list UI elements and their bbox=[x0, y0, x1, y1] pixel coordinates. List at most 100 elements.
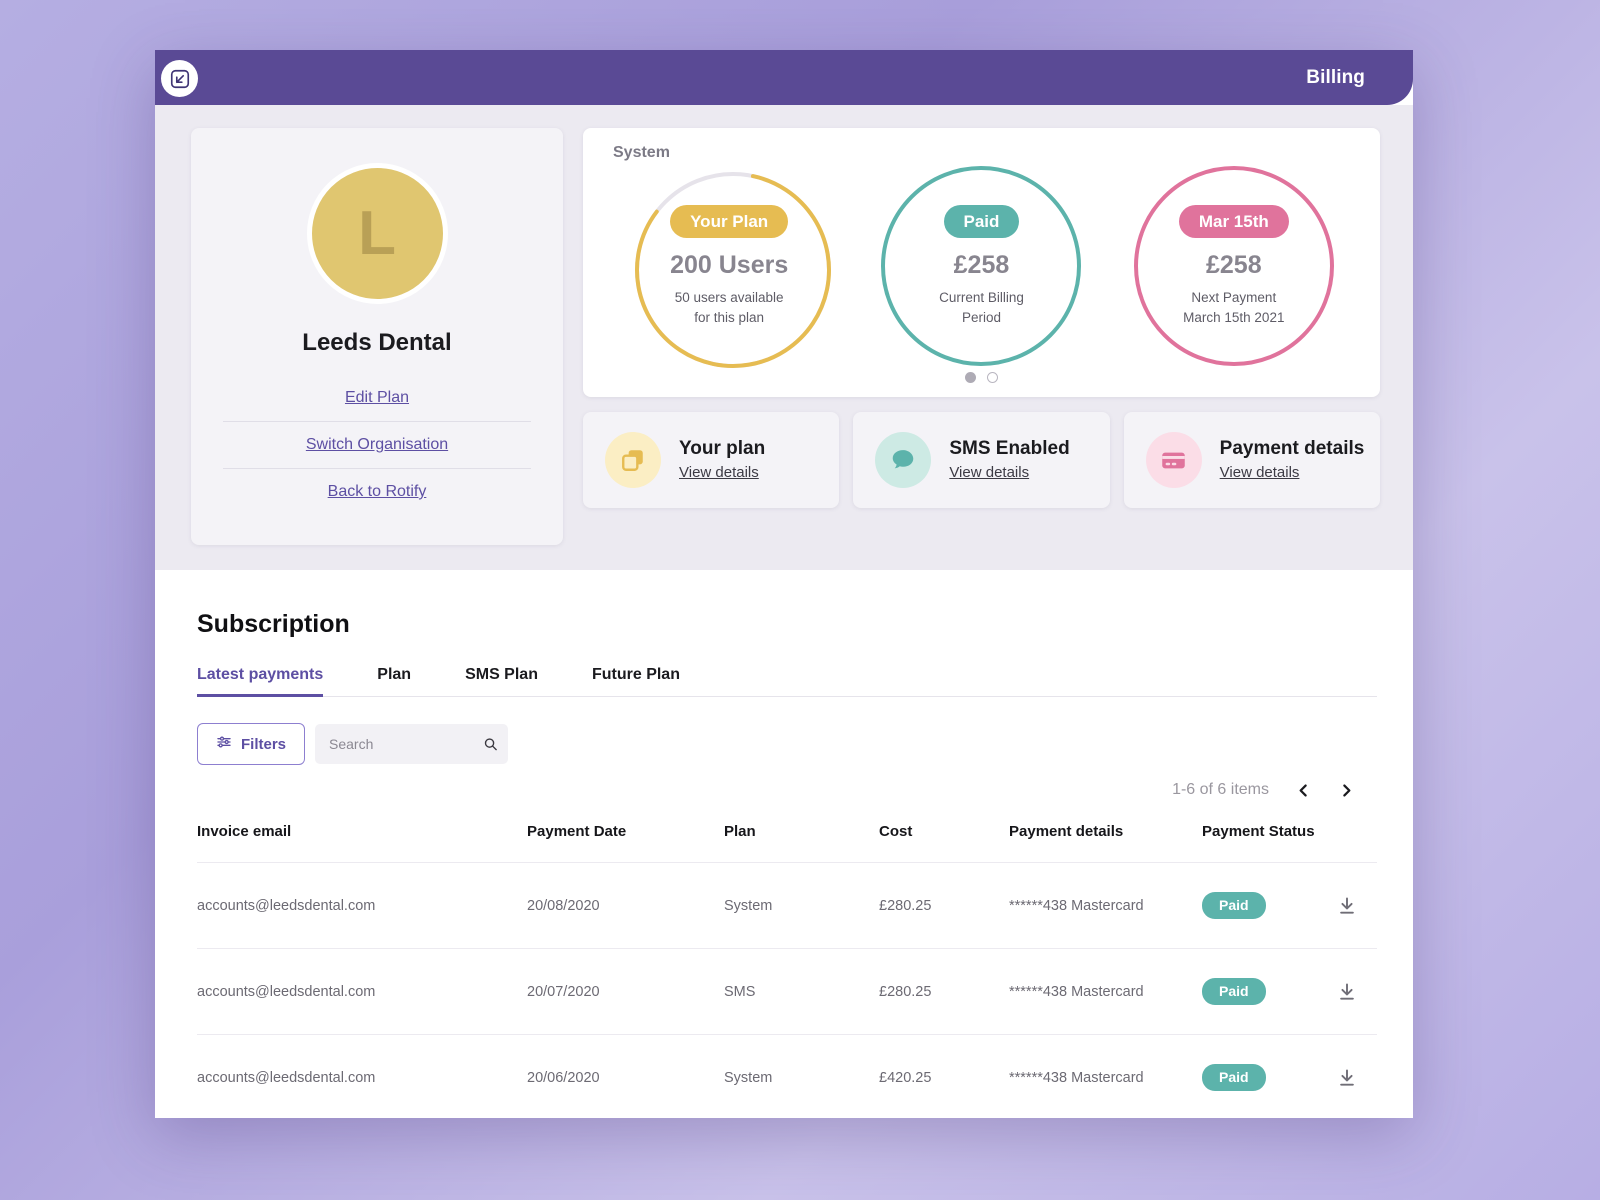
table-row[interactable]: accounts@leedsdental.com 20/06/2020 Syst… bbox=[197, 1035, 1377, 1118]
stat-ring-paid: Paid £258 Current Billing Period bbox=[881, 166, 1082, 366]
chevron-left-icon[interactable] bbox=[1295, 782, 1312, 799]
tab-plan[interactable]: Plan bbox=[377, 666, 411, 696]
edit-plan-link[interactable]: Edit Plan bbox=[223, 375, 531, 421]
column-header-payment-status: Payment Status bbox=[1202, 823, 1315, 840]
info-card-view-details-link[interactable]: View details bbox=[1220, 464, 1300, 481]
info-card-title: Payment details bbox=[1219, 438, 1365, 459]
download-icon[interactable] bbox=[1337, 1068, 1357, 1088]
switch-organisation-link[interactable]: Switch Organisation bbox=[223, 421, 531, 468]
back-to-rotify-link[interactable]: Back to Rotify bbox=[223, 468, 531, 515]
payments-table: Invoice email Payment Date Plan Cost Pay… bbox=[197, 823, 1377, 1118]
cell-payment-details: ******438 Mastercard bbox=[1009, 983, 1144, 1000]
app-header: Billing bbox=[155, 50, 1413, 105]
column-header-payment-details: Payment details bbox=[1009, 823, 1124, 840]
column-header-cost: Cost bbox=[879, 823, 913, 840]
column-header-invoice-email: Invoice email bbox=[197, 823, 292, 840]
table-header-row: Invoice email Payment Date Plan Cost Pay… bbox=[197, 823, 1377, 863]
pagination-info: 1-6 of 6 items bbox=[1172, 781, 1269, 798]
cell-cost: £280.25 bbox=[879, 983, 932, 1000]
info-card-view-details-link[interactable]: View details bbox=[949, 464, 1029, 481]
dashboard-top-region: L Leeds Dental Edit Plan Switch Organisa… bbox=[155, 105, 1413, 570]
section-title: Subscription bbox=[197, 610, 350, 638]
ring-value-next-payment: £258 bbox=[1205, 251, 1262, 280]
cell-invoice-email: accounts@leedsdental.com bbox=[197, 897, 376, 914]
avatar-initial: L bbox=[358, 198, 396, 268]
ring-subtext-current-billing: Current Billing Period bbox=[939, 288, 1024, 326]
ring-subtext-line2: March 15th 2021 bbox=[1183, 309, 1285, 325]
table-row[interactable]: accounts@leedsdental.com 20/07/2020 SMS … bbox=[197, 949, 1377, 1035]
stats-section-label: System bbox=[613, 144, 670, 161]
info-card-title: Your plan bbox=[679, 438, 766, 459]
organisation-name: Leeds Dental bbox=[302, 329, 452, 356]
ring-value-current-billing: £258 bbox=[953, 251, 1010, 280]
page-title: Billing bbox=[1306, 66, 1365, 88]
status-badge: Paid bbox=[1202, 978, 1266, 1005]
download-icon[interactable] bbox=[1337, 896, 1357, 916]
copy-layers-icon bbox=[605, 432, 661, 488]
info-card-your-plan[interactable]: Your plan View details bbox=[583, 412, 840, 508]
cell-payment-date: 20/08/2020 bbox=[527, 897, 600, 914]
cell-cost: £420.25 bbox=[879, 1069, 932, 1086]
cell-invoice-email: accounts@leedsdental.com bbox=[197, 983, 376, 1000]
stat-ring-your-plan: Your Plan 200 Users 50 users available f… bbox=[629, 166, 832, 368]
cell-payment-date: 20/06/2020 bbox=[527, 1069, 600, 1086]
search-box bbox=[315, 724, 509, 764]
tab-future-plan[interactable]: Future Plan bbox=[592, 666, 680, 696]
column-header-plan: Plan bbox=[724, 823, 756, 840]
ring-subtext-line2: for this plan bbox=[694, 309, 765, 325]
info-cards-row: Your plan View details SMS Enabled View … bbox=[583, 412, 1380, 508]
cell-cost: £280.25 bbox=[879, 897, 932, 914]
info-card-payment-details[interactable]: Payment details View details bbox=[1123, 412, 1380, 508]
filters-button[interactable]: Filters bbox=[197, 723, 306, 765]
carousel-dot-1[interactable] bbox=[965, 372, 976, 383]
ring-subtext-users: 50 users available for this plan bbox=[675, 288, 784, 326]
carousel-dot-2[interactable] bbox=[987, 372, 998, 383]
tab-latest-payments[interactable]: Latest payments bbox=[197, 666, 324, 697]
chat-bubble-icon bbox=[875, 432, 932, 488]
ring-pill-paid: Paid bbox=[943, 205, 1020, 239]
profile-links: Edit Plan Switch Organisation Back to Ro… bbox=[223, 375, 531, 515]
status-badge: Paid bbox=[1202, 892, 1266, 919]
chevron-right-icon[interactable] bbox=[1338, 782, 1355, 799]
ring-pill-your-plan: Your Plan bbox=[670, 205, 789, 239]
carousel-dots bbox=[603, 372, 1360, 383]
credit-card-icon bbox=[1145, 432, 1202, 488]
cell-payment-date: 20/07/2020 bbox=[527, 983, 600, 1000]
pagination: 1-6 of 6 items bbox=[197, 781, 1377, 799]
cell-payment-status: Paid bbox=[1202, 978, 1337, 1005]
ring-subtext-next-payment: Next Payment March 15th 2021 bbox=[1183, 288, 1284, 326]
dashboard-right-column: System Your Plan 200 Users 50 users avai… bbox=[583, 128, 1380, 545]
tab-sms-plan[interactable]: SMS Plan bbox=[465, 666, 538, 696]
search-input[interactable] bbox=[315, 724, 509, 764]
search-icon[interactable] bbox=[483, 737, 498, 752]
ring-subtext-line2: Period bbox=[961, 309, 1001, 325]
ring-subtext-line1: Current Billing bbox=[939, 290, 1024, 306]
cell-payment-status: Paid bbox=[1202, 892, 1337, 919]
cell-payment-details: ******438 Mastercard bbox=[1009, 897, 1144, 914]
status-badge: Paid bbox=[1202, 1064, 1266, 1091]
table-toolbar: Filters bbox=[197, 723, 1377, 765]
info-card-view-details-link[interactable]: View details bbox=[679, 464, 759, 481]
organisation-profile-card: L Leeds Dental Edit Plan Switch Organisa… bbox=[191, 128, 563, 545]
app-window: Billing L Leeds Dental Edit Plan Switch … bbox=[155, 50, 1413, 1118]
ring-value-users: 200 Users bbox=[670, 251, 789, 280]
ring-pill-next-payment-date: Mar 15th bbox=[1178, 205, 1289, 239]
system-stats-card: System Your Plan 200 Users 50 users avai… bbox=[583, 128, 1380, 397]
info-card-sms-enabled[interactable]: SMS Enabled View details bbox=[853, 412, 1110, 508]
download-icon[interactable] bbox=[1337, 982, 1357, 1002]
cell-plan: System bbox=[724, 897, 773, 914]
stat-ring-next-payment: Mar 15th £258 Next Payment March 15th 20… bbox=[1133, 166, 1334, 366]
table-row[interactable]: accounts@leedsdental.com 20/08/2020 Syst… bbox=[197, 863, 1377, 949]
rotify-arrow-logo-icon[interactable] bbox=[161, 60, 198, 97]
subscription-tabs: Latest payments Plan SMS Plan Future Pla… bbox=[197, 666, 1377, 697]
subscription-section: Subscription Latest payments Plan SMS Pl… bbox=[155, 570, 1413, 1118]
stat-rings-row: Your Plan 200 Users 50 users available f… bbox=[603, 166, 1360, 368]
ring-subtext-line1: 50 users available bbox=[674, 290, 784, 306]
avatar: L bbox=[306, 163, 448, 304]
cell-payment-details: ******438 Mastercard bbox=[1009, 1069, 1144, 1086]
ring-subtext-line1: Next Payment bbox=[1191, 290, 1277, 306]
cell-payment-status: Paid bbox=[1202, 1064, 1337, 1091]
filters-button-label: Filters bbox=[241, 735, 287, 753]
cell-plan: System bbox=[724, 1069, 773, 1086]
info-card-title: SMS Enabled bbox=[949, 438, 1070, 459]
